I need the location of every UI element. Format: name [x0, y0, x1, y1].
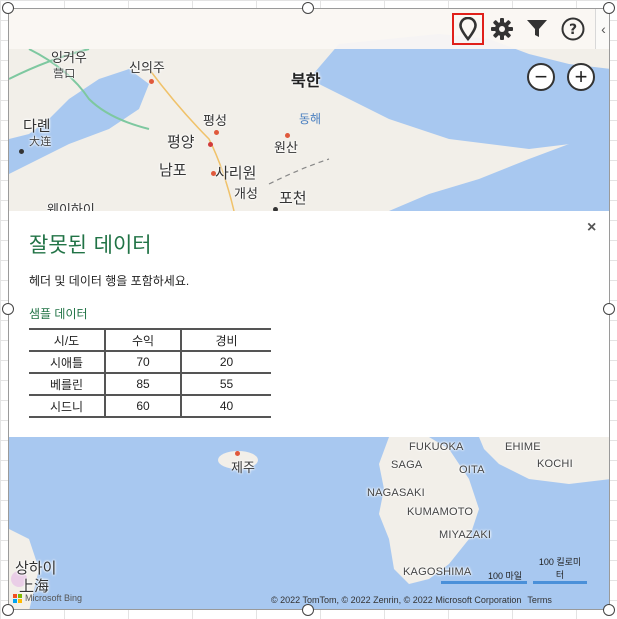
table-cell: 40 [180, 395, 271, 418]
map-dot [285, 133, 290, 138]
zoom-out-button[interactable]: − [527, 63, 555, 91]
map-toolbar: ? ‹ [9, 9, 609, 49]
map-copyright: © 2022 TomTom, © 2022 Zenrin, © 2022 Mic… [271, 595, 552, 605]
map-label-oita: OITA [459, 464, 485, 476]
svg-text:?: ? [569, 22, 577, 38]
table-cell: 70 [104, 351, 181, 374]
filter-button[interactable] [523, 15, 551, 43]
resize-handle-top-left[interactable] [2, 2, 14, 14]
resize-handle-bottom-left[interactable] [2, 604, 14, 616]
map-label-kaesong: 개성 [234, 186, 258, 201]
scale-miles-bar [441, 581, 527, 584]
resize-handle-top[interactable] [302, 2, 314, 14]
map-pin-button[interactable] [452, 13, 484, 45]
map-label-nagasaki: NAGASAKI [367, 487, 425, 499]
bing-label: Microsoft Bing [25, 593, 83, 603]
map-label-kagoshima: KAGOSHIMA [403, 566, 472, 578]
sample-data-label: 샘플 데이터 [29, 307, 88, 321]
terms-link[interactable]: Terms [527, 595, 552, 605]
map-label-wonsan: 원산 [274, 140, 298, 155]
resize-handle-bottom[interactable] [302, 604, 314, 616]
invalid-data-panel: × 잘못된 데이터 헤더 및 데이터 행을 포함하세요. 샘플 데이터 시/도 … [9, 211, 609, 437]
filter-icon [527, 20, 547, 37]
map-label-kochi: KOCHI [537, 458, 573, 470]
map-label-north-korea: 북한 [291, 73, 321, 90]
map-label-nampo: 남포 [159, 162, 187, 179]
map-pin-icon [459, 17, 477, 41]
map-label-pocheon: 포천 [279, 190, 307, 207]
map-chart-frame[interactable]: 잉커우 营口 신의주 북한 다롄 大连 평성 동해 평양 원산 남포 사리원 개… [8, 8, 610, 610]
map-dot [19, 149, 24, 154]
map-label-pyongyang: 평양 [167, 134, 195, 151]
microsoft-logo-icon [13, 593, 22, 603]
map-dot [208, 142, 213, 147]
resize-handle-right[interactable] [603, 303, 615, 315]
map-dot [211, 171, 216, 176]
resize-handle-top-right[interactable] [603, 2, 615, 14]
help-button[interactable]: ? [559, 15, 587, 43]
map-label-dalian-cn: 大连 [29, 136, 52, 148]
map-label-yingkou-cn: 营口 [53, 68, 76, 80]
table-row: 베를린 85 55 [29, 373, 271, 396]
map-label-sariwon: 사리원 [215, 165, 257, 182]
collapse-panel-button[interactable]: ‹ [595, 9, 609, 49]
map-label-kumamoto: KUMAMOTO [407, 506, 474, 518]
table-header-cell: 수익 [104, 328, 181, 352]
panel-message: 헤더 및 데이터 행을 포함하세요. [29, 274, 190, 288]
map-label-sinuiju: 신의주 [129, 60, 165, 75]
zoom-in-button[interactable]: + [567, 63, 595, 91]
help-icon: ? [561, 17, 585, 41]
map-label-saga: SAGA [391, 459, 423, 471]
table-cell: 55 [180, 373, 271, 396]
map-label-miyazaki: MIYAZAKI [439, 529, 492, 541]
table-cell: 60 [104, 395, 181, 418]
map-label-pyongsong: 평성 [203, 113, 227, 128]
table-cell: 시애틀 [29, 351, 105, 374]
close-panel-button[interactable]: × [587, 219, 596, 237]
scale-km-label: 100 킬로미터 [538, 557, 582, 580]
table-cell: 20 [180, 351, 271, 374]
bing-logo: Microsoft Bing [13, 593, 82, 603]
table-row: 시드니 60 40 [29, 395, 271, 418]
map-label-fukuoka: FUKUOKA [409, 441, 464, 453]
table-header-row: 시/도 수익 경비 [29, 328, 271, 352]
map-label-east-sea: 동해 [299, 112, 322, 126]
scale-km-bar [533, 581, 587, 584]
map-label-ehime: EHIME [505, 441, 541, 453]
map-label-yingkou: 잉커우 [51, 50, 87, 65]
map-dot [149, 79, 154, 84]
map-dot [214, 130, 219, 135]
map-dot [235, 451, 240, 456]
resize-handle-left[interactable] [2, 303, 14, 315]
gear-icon [491, 18, 513, 40]
resize-handle-bottom-right[interactable] [603, 604, 615, 616]
map-label-jeju: 제주 [231, 460, 255, 475]
settings-button[interactable] [488, 15, 516, 43]
table-row: 시애틀 70 20 [29, 351, 271, 374]
table-cell: 베를린 [29, 373, 105, 396]
sample-data-table: 시/도 수익 경비 시애틀 70 20 베를린 85 55 시드니 60 40 [29, 328, 271, 418]
panel-title: 잘못된 데이터 [29, 233, 152, 257]
table-cell: 시드니 [29, 395, 105, 418]
table-header-cell: 시/도 [29, 328, 105, 352]
table-cell: 85 [104, 373, 181, 396]
table-header-cell: 경비 [180, 328, 271, 352]
